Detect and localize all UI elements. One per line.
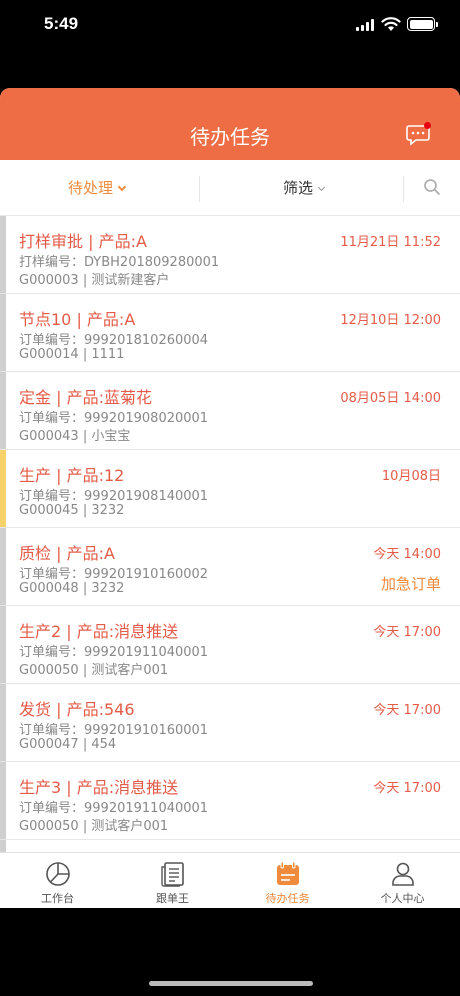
task-time: 今天 14:00 xyxy=(373,547,441,562)
task-time: 今天 17:00 xyxy=(373,703,441,718)
tab-order-tracker[interactable]: 跟单王 xyxy=(115,853,230,908)
task-title: 定金 | 产品:蓝菊花 xyxy=(19,388,152,407)
status-time: 5:49 xyxy=(44,14,79,33)
status-indicator xyxy=(0,606,6,683)
task-customer: G000047 | 454 xyxy=(19,737,117,752)
task-customer: G000014 | 1111 xyxy=(19,347,125,362)
search-icon[interactable] xyxy=(423,178,441,196)
task-customer: G000050 | 测试客户001 xyxy=(19,819,169,834)
status-indicator xyxy=(0,684,6,761)
task-time: 今天 17:00 xyxy=(373,625,441,640)
task-title: 打样审批 | 产品:A xyxy=(19,232,147,251)
status-indicator xyxy=(0,294,6,371)
task-row[interactable]: 生产2 | 产品:消息推送 今天 17:00 订单编号：999201911040… xyxy=(0,606,460,684)
task-number: 打样编号：DYBH201809280001 xyxy=(19,255,220,270)
divider xyxy=(199,176,200,202)
tab-workbench[interactable]: 工作台 xyxy=(0,853,115,908)
page-title: 待办任务 xyxy=(190,125,270,149)
task-number: 订单编号：999201908140001 xyxy=(19,489,209,504)
status-filter-label: 待处理 xyxy=(68,179,114,197)
status-indicator xyxy=(0,528,6,605)
tab-label: 工作台 xyxy=(41,892,74,905)
task-number: 订单编号：999201911040001 xyxy=(19,645,209,660)
tab-label: 待办任务 xyxy=(265,892,310,905)
task-number: 订单编号：999201910160002 xyxy=(19,567,209,582)
cellular-signal-icon xyxy=(356,19,374,31)
task-time: 10月08日 xyxy=(381,469,441,484)
task-row[interactable]: 发货 | 产品:546 今天 17:00 订单编号：99920191016000… xyxy=(0,684,460,762)
task-title: 质检 | 产品:A xyxy=(19,544,115,563)
task-title: 发货 | 产品:546 xyxy=(19,700,135,719)
screen-filter-label: 筛选 xyxy=(283,179,314,197)
task-row[interactable] xyxy=(0,840,460,852)
task-row[interactable]: 节点10 | 产品:A 12月10日 12:00 订单编号：9992018102… xyxy=(0,294,460,372)
task-number: 订单编号：999201908020001 xyxy=(19,411,209,426)
chevron-down-icon xyxy=(117,182,127,192)
status-indicator xyxy=(0,216,6,293)
task-number: 订单编号：999201911040001 xyxy=(19,801,209,816)
pie-chart-icon xyxy=(46,862,70,886)
unread-badge xyxy=(424,122,431,129)
document-list-icon xyxy=(161,862,184,887)
tab-profile[interactable]: 个人中心 xyxy=(345,853,460,908)
calendar-icon xyxy=(277,861,299,885)
task-title: 生产 | 产品:12 xyxy=(19,466,125,485)
status-bar: 5:49 xyxy=(0,0,460,50)
user-icon xyxy=(392,862,414,886)
wifi-icon xyxy=(381,17,401,31)
task-title: 生产2 | 产品:消息推送 xyxy=(19,622,179,641)
tab-todo-tasks[interactable]: 待办任务 xyxy=(230,853,345,908)
task-customer: G000043 | 小宝宝 xyxy=(19,429,131,444)
task-title: 生产3 | 产品:消息推送 xyxy=(19,778,179,797)
task-title: 节点10 | 产品:A xyxy=(19,310,136,329)
task-number: 订单编号：999201910160001 xyxy=(19,723,209,738)
tab-bar: 工作台 跟单王 待办任务 个人中心 xyxy=(0,852,460,908)
task-number: 订单编号：999201810260004 xyxy=(19,333,209,348)
status-indicator xyxy=(0,372,6,449)
task-customer: G000045 | 3232 xyxy=(19,503,125,518)
task-row[interactable]: 定金 | 产品:蓝菊花 08月05日 14:00 订单编号：9992019080… xyxy=(0,372,460,450)
tab-label: 跟单王 xyxy=(156,892,189,905)
task-row[interactable]: 打样审批 | 产品:A 11月21日 11:52 打样编号：DYBH201809… xyxy=(0,216,460,294)
screen-filter-dropdown[interactable]: 筛选 xyxy=(283,177,326,198)
status-indicator xyxy=(0,840,6,852)
task-customer: G000050 | 测试客户001 xyxy=(19,663,169,678)
urgent-order-tag: 加急订单 xyxy=(380,575,441,593)
task-row[interactable]: 生产3 | 产品:消息推送 今天 17:00 订单编号：999201911040… xyxy=(0,762,460,840)
task-list: 打样审批 | 产品:A 11月21日 11:52 打样编号：DYBH201809… xyxy=(0,216,460,852)
chevron-down-icon xyxy=(317,183,326,192)
status-indicator xyxy=(0,762,6,839)
task-time: 12月10日 12:00 xyxy=(340,313,441,328)
status-filter-dropdown[interactable]: 待处理 xyxy=(68,177,127,198)
battery-icon xyxy=(407,17,438,31)
divider xyxy=(403,176,404,202)
task-row[interactable]: 质检 | 产品:A 今天 14:00 订单编号：999201910160002 … xyxy=(0,528,460,606)
task-time: 11月21日 11:52 xyxy=(340,235,441,250)
filter-bar: 待处理 筛选 xyxy=(0,160,460,216)
tab-label: 个人中心 xyxy=(380,892,425,905)
nav-bar: 待办任务 xyxy=(0,88,460,160)
task-time: 今天 17:00 xyxy=(373,781,441,796)
home-indicator[interactable] xyxy=(149,981,313,986)
app-screen: 待办任务 待处理 筛选 打样审批 | 产品:A 11月21日 11:52 打样编… xyxy=(0,88,460,908)
task-row[interactable]: 生产 | 产品:12 10月08日 订单编号：999201908140001 G… xyxy=(0,450,460,528)
status-indicator xyxy=(0,450,6,527)
task-customer: G000048 | 3232 xyxy=(19,581,125,596)
task-time: 08月05日 14:00 xyxy=(340,391,441,406)
task-customer: G000003 | 测试新建客户 xyxy=(19,273,170,288)
